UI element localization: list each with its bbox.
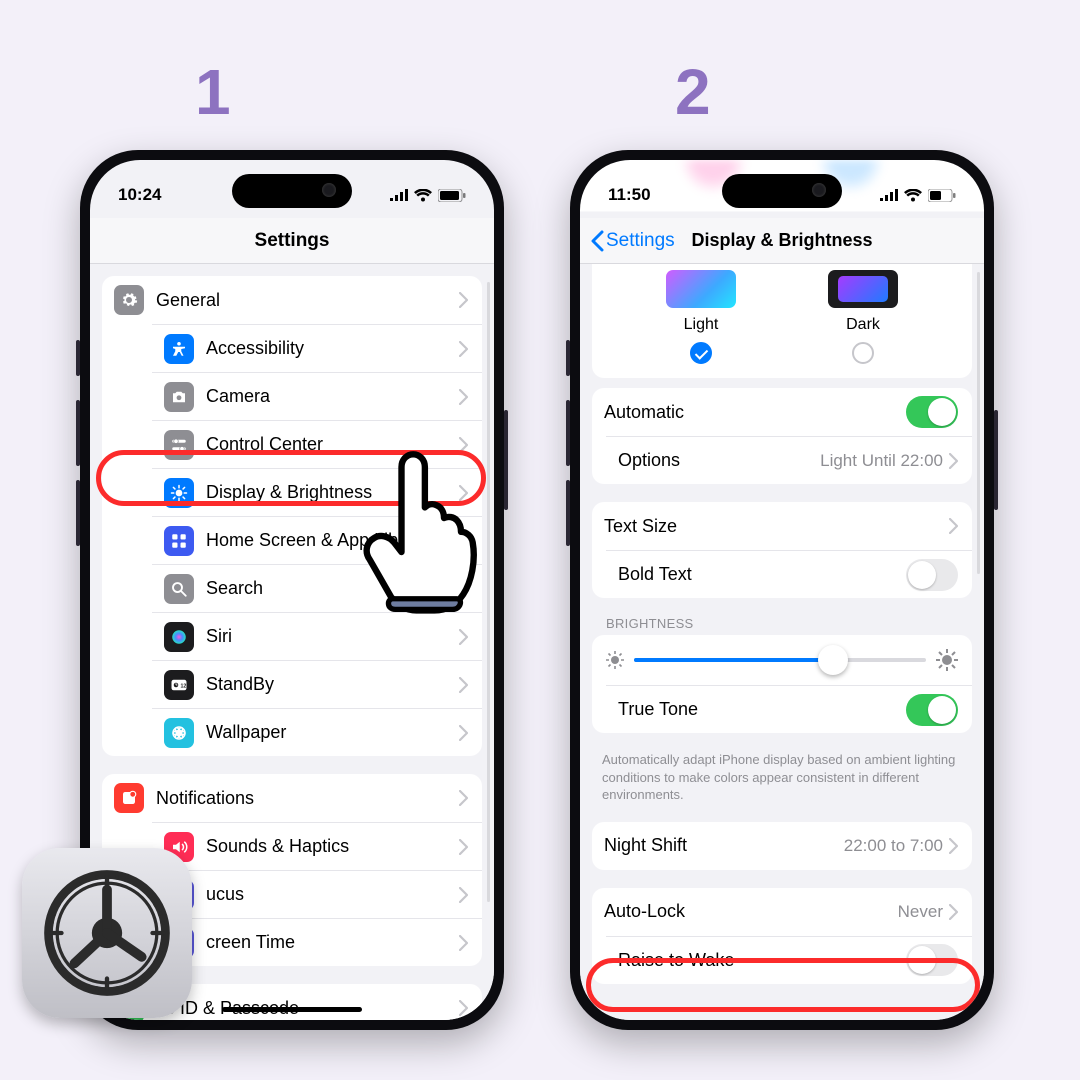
settings-row-access[interactable]: Accessibility — [152, 324, 482, 372]
wifi-icon — [904, 189, 922, 202]
raise-to-wake-toggle[interactable] — [906, 944, 958, 976]
settings-app-icon — [22, 848, 192, 1018]
options-row[interactable]: Options Light Until 22:00 — [606, 436, 972, 484]
svg-text:12: 12 — [181, 683, 187, 689]
bold-text-row[interactable]: Bold Text — [606, 550, 972, 598]
home-indicator[interactable] — [222, 1007, 362, 1012]
auto-lock-row[interactable]: Auto-Lock Never — [592, 888, 972, 936]
radio-off-icon[interactable] — [852, 342, 874, 364]
row-label: Accessibility — [206, 338, 459, 359]
nav-title: Settings Display & Brightness — [580, 218, 984, 264]
chevron-right-icon — [949, 904, 958, 920]
chevron-right-icon — [949, 518, 958, 534]
row-label: ucus — [206, 884, 459, 905]
chevron-right-icon — [459, 629, 468, 645]
settings-row-wall[interactable]: Wallpaper — [152, 708, 482, 756]
status-time: 10:24 — [118, 173, 161, 205]
settings-row-camera[interactable]: Camera — [152, 372, 482, 420]
chevron-right-icon — [459, 677, 468, 693]
automatic-toggle[interactable] — [906, 396, 958, 428]
search-icon — [164, 574, 194, 604]
cc-icon — [164, 430, 194, 460]
appearance-section: Light Dark — [592, 264, 972, 378]
appearance-light-option[interactable]: Light — [666, 270, 736, 364]
chevron-right-icon — [459, 887, 468, 903]
true-tone-toggle[interactable] — [906, 694, 958, 726]
siri-icon — [164, 622, 194, 652]
settings-row-notif[interactable]: Notifications — [102, 774, 482, 822]
sun-low-icon — [606, 651, 624, 669]
home-indicator[interactable] — [712, 1007, 852, 1012]
settings-row-standby[interactable]: 12 StandBy — [152, 660, 482, 708]
chevron-right-icon — [459, 389, 468, 405]
night-shift-row[interactable]: Night Shift 22:00 to 7:00 — [592, 822, 972, 870]
wifi-icon — [414, 189, 432, 202]
bold-text-toggle[interactable] — [906, 559, 958, 591]
wall-icon — [164, 718, 194, 748]
back-button[interactable]: Settings — [590, 230, 675, 252]
scrollbar[interactable] — [977, 272, 980, 574]
nav-title: Settings — [90, 218, 494, 264]
chevron-right-icon — [459, 935, 468, 951]
chevron-right-icon — [459, 292, 468, 308]
access-icon — [164, 334, 194, 364]
row-label: Camera — [206, 386, 459, 407]
chevron-right-icon — [459, 839, 468, 855]
text-size-row[interactable]: Text Size — [592, 502, 972, 550]
row-label: General — [156, 290, 459, 311]
brightness-header: BRIGHTNESS — [606, 616, 958, 631]
row-label: StandBy — [206, 674, 459, 695]
standby-icon: 12 — [164, 670, 194, 700]
status-time: 11:50 — [608, 173, 651, 205]
chevron-right-icon — [459, 341, 468, 357]
row-label: Wallpaper — [206, 722, 459, 743]
appearance-dark-option[interactable]: Dark — [828, 270, 898, 364]
camera-icon — [164, 382, 194, 412]
radio-on-icon[interactable] — [690, 342, 712, 364]
gear-icon — [114, 285, 144, 315]
row-label: Siri — [206, 626, 459, 647]
cellular-icon — [390, 189, 408, 201]
settings-row-time[interactable]: creen Time — [152, 918, 482, 966]
step-2-label: 2 — [675, 55, 711, 129]
row-label: creen Time — [206, 932, 459, 953]
brightness-slider-row[interactable] — [592, 635, 972, 685]
battery-icon — [438, 189, 466, 202]
light-preview — [666, 270, 736, 308]
automatic-row[interactable]: Automatic — [592, 388, 972, 436]
dynamic-island — [722, 174, 842, 208]
cellular-icon — [880, 189, 898, 201]
chevron-right-icon — [459, 790, 468, 806]
chevron-right-icon — [459, 1000, 468, 1016]
sun-high-icon — [936, 649, 958, 671]
settings-row-gear[interactable]: General — [102, 276, 482, 324]
true-tone-description: Automatically adapt iPhone display based… — [602, 751, 962, 804]
tap-cursor-icon — [362, 450, 492, 625]
battery-icon — [928, 189, 956, 202]
row-label: Notifications — [156, 788, 459, 809]
step-1-label: 1 — [195, 55, 231, 129]
chevron-left-icon — [590, 230, 604, 252]
notif-icon — [114, 783, 144, 813]
dynamic-island — [232, 174, 352, 208]
raise-to-wake-row[interactable]: Raise to Wake — [606, 936, 972, 984]
settings-row-sound[interactable]: Sounds & Haptics — [152, 822, 482, 870]
row-label: Sounds & Haptics — [206, 836, 459, 857]
settings-row-focus[interactable]: ucus — [152, 870, 482, 918]
chevron-right-icon — [949, 838, 958, 854]
home-icon — [164, 526, 194, 556]
brightness-slider[interactable] — [634, 658, 926, 662]
chevron-right-icon — [459, 725, 468, 741]
phone-frame-2: 11:50 Settings Display & Brightness — [570, 150, 994, 1030]
dark-preview — [828, 270, 898, 308]
true-tone-row[interactable]: True Tone — [606, 685, 972, 733]
chevron-right-icon — [949, 453, 958, 469]
bright-icon — [164, 478, 194, 508]
